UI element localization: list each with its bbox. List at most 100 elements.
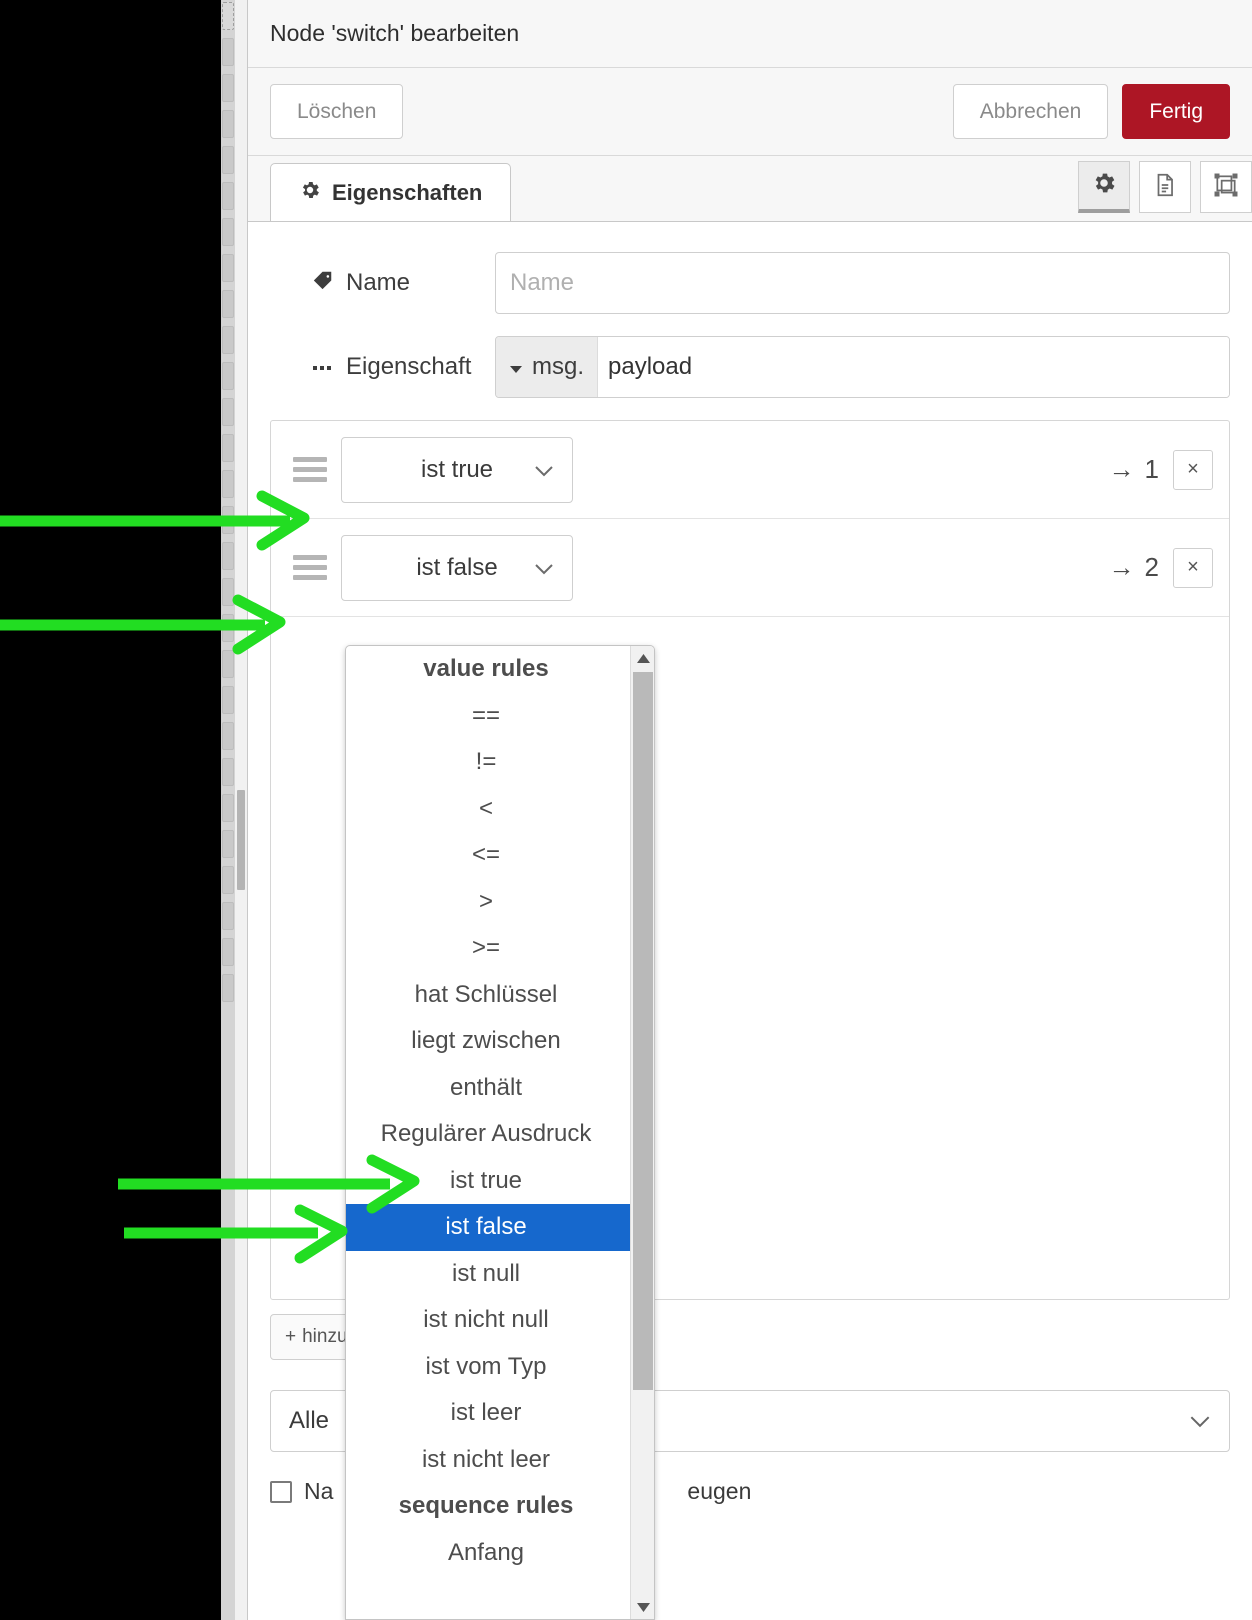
rule-2-operator-label: ist false — [416, 553, 498, 581]
rule-2-operator-select[interactable]: ist false — [341, 534, 573, 601]
palette-node[interactable] — [222, 254, 234, 282]
tab-eigenschaften[interactable]: Eigenschaften — [270, 163, 512, 221]
dropdown-item-ist-true[interactable]: ist true — [346, 1158, 630, 1205]
palette-node[interactable] — [222, 974, 234, 1002]
form-row-name: Name — [270, 252, 1230, 314]
dropdown-scrollbar-track[interactable] — [630, 646, 654, 1619]
rule-1-operator-select[interactable]: ist true — [341, 436, 573, 503]
properties-form: Name Eigenschaft — [248, 222, 1252, 398]
palette-node[interactable] — [222, 938, 234, 966]
operator-dropdown-list[interactable]: value rules == != < <= > >= hat Schlüsse… — [345, 645, 655, 1620]
property-type-selector[interactable]: msg. — [496, 337, 599, 397]
property-typed-input: msg. — [495, 336, 1230, 398]
palette-node[interactable] — [222, 542, 234, 570]
dropdown-item-regulaerer-ausdruck[interactable]: Regulärer Ausdruck — [346, 1111, 630, 1158]
page-title: Node 'switch' bearbeiten — [270, 20, 520, 46]
dropdown-item-ist-null[interactable]: ist null — [346, 1251, 630, 1298]
palette-node[interactable] — [222, 434, 234, 462]
palette-node[interactable] — [222, 614, 234, 642]
table-row: ist false → 2 × — [271, 519, 1229, 617]
palette-node[interactable] — [222, 146, 234, 174]
palette-node[interactable] — [222, 74, 234, 102]
palette-node[interactable] — [222, 578, 234, 606]
palette-node[interactable] — [222, 326, 234, 354]
appearance-icon — [1213, 172, 1239, 203]
property-value-input[interactable] — [598, 337, 1229, 397]
palette-node[interactable] — [222, 182, 234, 210]
palette-node[interactable] — [222, 470, 234, 498]
drag-handle-icon[interactable] — [293, 457, 327, 482]
dropdown-item-eq[interactable]: == — [346, 693, 630, 740]
dropdown-item-ist-nicht-null[interactable]: ist nicht null — [346, 1297, 630, 1344]
palette-node[interactable] — [222, 650, 234, 678]
table-row: ist true → 1 × — [271, 421, 1229, 519]
dropdown-item-liegt-zwischen[interactable]: liegt zwischen — [346, 1018, 630, 1065]
dropdown-item-ist-leer[interactable]: ist leer — [346, 1390, 630, 1437]
palette-node[interactable] — [222, 290, 234, 318]
palette-node[interactable] — [222, 506, 234, 534]
cancel-button[interactable]: Abbrechen — [952, 84, 1109, 139]
palette-node[interactable] — [222, 758, 234, 786]
triangle-up-icon[interactable] — [631, 646, 654, 670]
dropdown-group-sequence-rules: sequence rules — [398, 1492, 574, 1520]
name-input[interactable] — [495, 252, 1230, 314]
delete-button[interactable]: Löschen — [270, 84, 404, 139]
drag-handle-icon[interactable] — [293, 555, 327, 580]
dropdown-item-lte[interactable]: <= — [346, 832, 630, 879]
palette-node[interactable] — [222, 830, 234, 858]
palette-node[interactable] — [222, 902, 234, 930]
recreate-message-label-before: Na — [304, 1478, 334, 1504]
rule-2-output: → 2 — [1109, 552, 1173, 583]
palette-node[interactable] — [222, 722, 234, 750]
dropdown-item-gte[interactable]: >= — [346, 925, 630, 972]
rule-1-output: → 1 — [1109, 454, 1173, 485]
gear-icon-button[interactable] — [1078, 161, 1130, 213]
palette-node[interactable] — [222, 110, 234, 138]
gear-icon — [1091, 170, 1117, 201]
dropdown-items: value rules == != < <= > >= hat Schlüsse… — [346, 646, 630, 1619]
property-type-label: msg. — [532, 353, 585, 380]
dropdown-scrollbar-thumb[interactable] — [633, 672, 653, 1390]
rule-1-output-arrow: → — [1108, 454, 1135, 484]
dropdown-item-ist-false[interactable]: ist false — [346, 1204, 630, 1251]
rule-1-output-number: 1 — [1144, 454, 1159, 484]
caret-down-icon — [509, 353, 523, 381]
dropdown-item-gt[interactable]: > — [346, 879, 630, 926]
dropdown-item-neq[interactable]: != — [346, 739, 630, 786]
rule-2-delete-button[interactable]: × — [1173, 547, 1213, 588]
document-icon-button[interactable] — [1139, 161, 1191, 213]
palette-node[interactable] — [222, 686, 234, 714]
palette-node[interactable] — [222, 794, 234, 822]
dropdown-item-enthaelt[interactable]: enthält — [346, 1065, 630, 1112]
dropdown-item-ist-nicht-leer[interactable]: ist nicht leer — [346, 1437, 630, 1484]
dropdown-item-anfang[interactable]: Anfang — [346, 1530, 630, 1577]
chevron-down-icon — [534, 457, 554, 483]
palette-node[interactable] — [222, 866, 234, 894]
rule-1-delete-button[interactable]: × — [1173, 449, 1213, 490]
chevron-down-icon — [534, 555, 554, 581]
tag-icon — [312, 269, 334, 298]
plus-icon: + — [285, 1326, 297, 1347]
dropdown-item-hat-schluessel[interactable]: hat Schlüssel — [346, 972, 630, 1019]
gear-icon — [299, 179, 321, 207]
editor-scrollbar-thumb[interactable] — [237, 790, 245, 890]
done-button[interactable]: Fertig — [1122, 84, 1230, 139]
recreate-message-checkbox[interactable] — [270, 1480, 292, 1503]
palette-node[interactable] — [222, 38, 234, 66]
palette-node[interactable] — [222, 218, 234, 246]
dropdown-item-lt[interactable]: < — [346, 786, 630, 833]
palette-node[interactable] — [222, 2, 234, 30]
dialog-toolbar: Löschen Abbrechen Fertig — [248, 68, 1252, 156]
tab-label: Eigenschaften — [332, 179, 483, 205]
rule-2-output-arrow: → — [1108, 552, 1135, 582]
form-row-property: Eigenschaft msg. — [270, 336, 1230, 398]
triangle-down-icon[interactable] — [631, 1595, 654, 1619]
palette-node[interactable] — [222, 398, 234, 426]
dropdown-item-ist-vom-typ[interactable]: ist vom Typ — [346, 1344, 630, 1391]
palette-node[interactable] — [222, 362, 234, 390]
name-label: Name — [346, 269, 411, 296]
property-label-group: Eigenschaft — [270, 353, 495, 381]
document-icon — [1152, 172, 1178, 203]
appearance-icon-button[interactable] — [1200, 161, 1252, 213]
tab-bar: Eigenschaften — [248, 156, 1252, 222]
